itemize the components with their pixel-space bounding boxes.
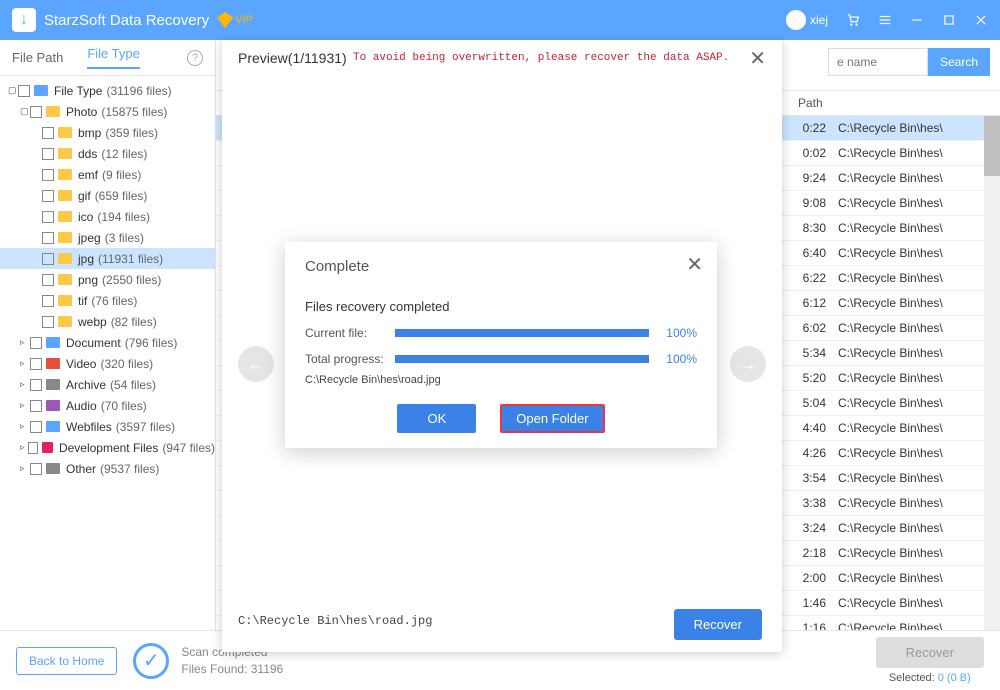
folder-icon — [58, 232, 72, 243]
search-button[interactable]: Search — [928, 48, 990, 76]
recover-button[interactable]: Recover — [876, 637, 984, 668]
total-percent: 100% — [657, 352, 697, 366]
tab-file-type[interactable]: File Type — [87, 46, 140, 69]
selected-info: Selected: 0 (0 B) — [876, 672, 984, 684]
folder-icon — [58, 190, 72, 201]
tree-category[interactable]: ▹Audio(70 files) — [0, 395, 215, 416]
vip-badge[interactable]: VIP — [217, 12, 253, 28]
menu-icon[interactable] — [878, 13, 892, 27]
folder-icon — [46, 337, 60, 348]
search-input[interactable] — [828, 48, 928, 76]
dialog-subtitle: Files recovery completed — [305, 299, 697, 314]
tree-category[interactable]: ▹Archive(54 files) — [0, 374, 215, 395]
preview-file-path: C:\Recycle Bin\hes\road.jpg — [238, 614, 432, 628]
current-percent: 100% — [657, 326, 697, 340]
tree-item[interactable]: tif(76 files) — [0, 290, 215, 311]
folder-icon — [58, 148, 72, 159]
folder-icon — [46, 463, 60, 474]
folder-icon — [46, 106, 60, 117]
app-logo-icon: ↓ — [12, 8, 36, 32]
folder-icon — [58, 295, 72, 306]
folder-icon — [46, 379, 60, 390]
tree-category[interactable]: ▹Video(320 files) — [0, 353, 215, 374]
files-found: Files Found: 31196 — [181, 661, 283, 678]
folder-icon — [58, 127, 72, 138]
tree-category[interactable]: ▹Development Files(947 files) — [0, 437, 215, 458]
minimize-icon[interactable] — [910, 13, 924, 27]
preview-next-icon[interactable]: → — [730, 346, 766, 382]
scrollbar[interactable] — [984, 116, 1000, 630]
user-avatar-icon[interactable]: xiej — [786, 10, 828, 30]
tab-file-path[interactable]: File Path — [12, 50, 63, 65]
maximize-icon[interactable] — [942, 13, 956, 27]
folder-icon — [46, 400, 60, 411]
sidebar-tabs: File Path File Type ? — [0, 40, 215, 76]
tree-item[interactable]: webp(82 files) — [0, 311, 215, 332]
help-icon[interactable]: ? — [187, 50, 203, 66]
folder-icon — [58, 211, 72, 222]
preview-warning: To avoid being overwritten, please recov… — [353, 52, 729, 64]
tree-item[interactable]: ico(194 files) — [0, 206, 215, 227]
current-progress-bar — [395, 329, 649, 337]
folder-icon — [58, 169, 72, 180]
folder-icon — [58, 316, 72, 327]
total-progress-label: Total progress: — [305, 352, 395, 366]
dialog-close-icon[interactable]: ✕ — [686, 252, 703, 277]
column-path[interactable]: Path — [786, 96, 1000, 110]
preview-prev-icon[interactable]: ← — [238, 346, 274, 382]
tree-item[interactable]: dds(12 files) — [0, 143, 215, 164]
tree-item[interactable]: png(2550 files) — [0, 269, 215, 290]
tree-category[interactable]: ▹Other(9537 files) — [0, 458, 215, 479]
tree-item[interactable]: bmp(359 files) — [0, 122, 215, 143]
scrollbar-thumb[interactable] — [984, 116, 1000, 176]
close-icon[interactable] — [974, 13, 988, 27]
folder-icon — [46, 421, 60, 432]
sidebar: File Path File Type ? ▢ File Type(31196 … — [0, 40, 216, 630]
folder-icon — [46, 358, 60, 369]
folder-icon — [34, 85, 48, 96]
open-folder-button[interactable]: Open Folder — [500, 404, 604, 433]
app-title: StarzSoft Data Recovery — [44, 12, 209, 29]
tree-root[interactable]: ▢ File Type(31196 files) — [0, 80, 215, 101]
tree-item[interactable]: gif(659 files) — [0, 185, 215, 206]
complete-dialog: Complete ✕ Files recovery completed Curr… — [285, 242, 717, 448]
tree-category[interactable]: ▹Document(796 files) — [0, 332, 215, 353]
preview-title: Preview(1/11931) — [238, 50, 347, 66]
back-to-home-button[interactable]: Back to Home — [16, 647, 117, 675]
dialog-title: Complete — [305, 258, 697, 275]
tree-item[interactable]: jpg(11931 files) — [0, 248, 215, 269]
folder-icon — [42, 442, 53, 453]
preview-close-icon[interactable]: ✕ — [749, 46, 766, 71]
cart-icon[interactable] — [846, 13, 860, 27]
preview-recover-button[interactable]: Recover — [674, 609, 762, 640]
tree-photo[interactable]: ▢ Photo(15875 files) — [0, 101, 215, 122]
diamond-icon — [217, 12, 233, 28]
folder-icon — [58, 253, 72, 264]
ok-button[interactable]: OK — [397, 404, 476, 433]
folder-icon — [58, 274, 72, 285]
total-progress-bar — [395, 355, 649, 363]
dialog-path: C:\Recycle Bin\hes\road.jpg — [305, 374, 697, 386]
current-file-label: Current file: — [305, 326, 395, 340]
check-circle-icon: ✓ — [133, 643, 169, 679]
tree-item[interactable]: jpeg(3 files) — [0, 227, 215, 248]
file-tree: ▢ File Type(31196 files) ▢ Photo(15875 f… — [0, 76, 215, 630]
tree-category[interactable]: ▹Webfiles(3597 files) — [0, 416, 215, 437]
tree-item[interactable]: emf(9 files) — [0, 164, 215, 185]
titlebar: ↓ StarzSoft Data Recovery VIP xiej — [0, 0, 1000, 40]
